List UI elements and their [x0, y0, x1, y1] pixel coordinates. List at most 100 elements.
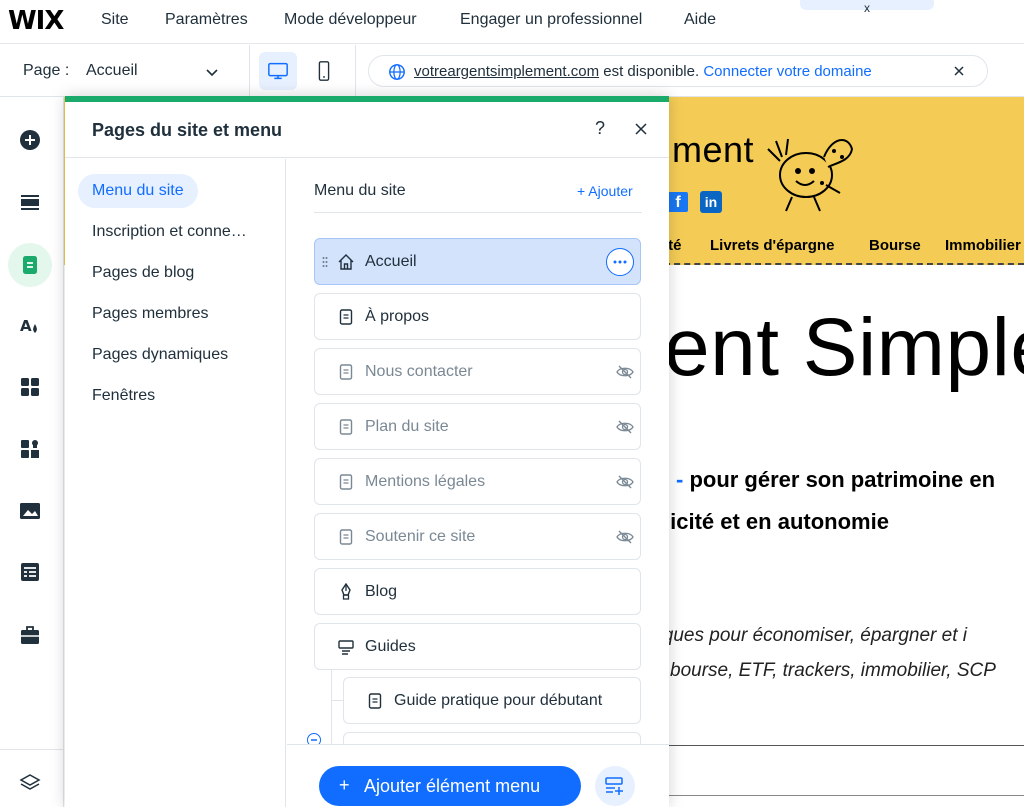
- hidden-eye-icon[interactable]: [616, 419, 634, 435]
- page-selector[interactable]: Accueil: [78, 54, 228, 88]
- menu-engager-professionnel[interactable]: Engager un professionnel: [460, 11, 642, 29]
- page-row-accueil[interactable]: Accueil: [314, 238, 641, 285]
- image-icon: [20, 503, 40, 519]
- hidden-eye-icon[interactable]: [616, 529, 634, 545]
- page-row-blog[interactable]: Blog: [314, 568, 641, 615]
- domain-name-link[interactable]: votreargentsimplement.com: [414, 63, 599, 80]
- wix-logo[interactable]: WIX: [8, 6, 64, 36]
- tree-connector: [331, 700, 343, 701]
- nav-fenetres[interactable]: Fenêtres: [78, 379, 169, 413]
- menu-settings-button[interactable]: [595, 766, 635, 806]
- toolbar-divider: [249, 45, 250, 97]
- help-button[interactable]: ?: [595, 118, 605, 139]
- drag-handle-icon[interactable]: [322, 256, 328, 268]
- page-label: Nous contacter: [365, 363, 473, 380]
- add-menu-item-button[interactable]: + Ajouter élément menu: [319, 766, 581, 806]
- page-row-a-propos[interactable]: À propos: [314, 293, 641, 340]
- page-label: Soutenir ce site: [365, 528, 476, 545]
- menu-site[interactable]: Site: [101, 11, 129, 29]
- linkedin-icon[interactable]: in: [700, 191, 722, 213]
- editor-toolbar: Page : Accueil votreargentsimplement.com…: [0, 45, 1024, 97]
- page-actions-button[interactable]: [606, 248, 634, 276]
- page-label: Guides: [365, 638, 416, 655]
- site-nav-item[interactable]: Immobilier: [945, 237, 1021, 254]
- top-tab-stub[interactable]: x: [800, 0, 934, 15]
- menu-parametres[interactable]: Paramètres: [165, 11, 248, 29]
- page-label: Page :: [23, 62, 70, 79]
- add-page-button[interactable]: + Ajouter: [577, 183, 633, 199]
- nav-pages-dynamiques[interactable]: Pages dynamiques: [78, 338, 242, 372]
- left-tool-rail: A: [0, 97, 64, 807]
- menu-mode-developpeur[interactable]: Mode développeur: [284, 11, 417, 29]
- page-row-guide-pratique[interactable]: Guide pratique pour débutant: [343, 677, 641, 724]
- page-label: Plan du site: [365, 418, 449, 435]
- site-divider: [664, 745, 1024, 746]
- cms-button[interactable]: [8, 550, 52, 594]
- page-row-nous-contacter[interactable]: Nous contacter: [314, 348, 641, 395]
- layers-icon: [19, 774, 41, 790]
- site-divider: [664, 795, 1024, 796]
- connect-domain-link[interactable]: Connecter votre domaine: [703, 63, 871, 80]
- close-icon[interactable]: [952, 64, 966, 78]
- dropdown-menu-icon: [338, 640, 354, 655]
- site-logo-text[interactable]: ment: [672, 129, 754, 171]
- pen-icon: [341, 583, 351, 600]
- page-label: Mentions légales: [365, 473, 486, 490]
- add-apps-button[interactable]: [8, 365, 52, 409]
- site-paragraph-line-2[interactable]: bourse, ETF, trackers, immobilier, SCP: [670, 660, 996, 682]
- site-design-button[interactable]: A: [8, 304, 52, 348]
- hidden-eye-icon[interactable]: [616, 474, 634, 490]
- menu-add-icon: [605, 777, 623, 795]
- tab-stub-close[interactable]: x: [864, 1, 870, 15]
- design-icon: A: [20, 317, 37, 335]
- add-elements-button[interactable]: [8, 118, 52, 162]
- page-icon: [368, 693, 382, 709]
- mobile-icon: [318, 61, 330, 81]
- nav-menu-du-site[interactable]: Menu du site: [78, 174, 198, 208]
- page-row-plan-du-site[interactable]: Plan du site: [314, 403, 641, 450]
- nav-pages-de-blog[interactable]: Pages de blog: [78, 256, 208, 290]
- portfolio-button[interactable]: [8, 613, 52, 657]
- more-icon: [613, 260, 626, 263]
- section-divider: [314, 212, 642, 213]
- business-apps-button[interactable]: [8, 427, 52, 471]
- layers-button[interactable]: [8, 761, 52, 805]
- page-row-soutenir-ce-site[interactable]: Soutenir ce site: [314, 513, 641, 560]
- pages-menu-button[interactable]: [8, 243, 52, 287]
- page-selector-value: Accueil: [86, 62, 138, 79]
- hidden-eye-icon[interactable]: [616, 364, 634, 380]
- site-subtitle-line-2[interactable]: licité et en autonomie: [664, 509, 889, 535]
- menu-aide[interactable]: Aide: [684, 11, 716, 29]
- site-paragraph-line-1[interactable]: giques pour économiser, épargner et i: [648, 625, 967, 647]
- axolotl-mascot-image[interactable]: [762, 127, 858, 217]
- mobile-view-button[interactable]: [305, 52, 343, 90]
- close-icon[interactable]: [634, 122, 648, 136]
- domain-text: votreargentsimplement.com est disponible…: [414, 63, 872, 80]
- site-header-divider: [664, 263, 1024, 265]
- page-icon: [339, 309, 353, 325]
- rail-divider: [0, 749, 64, 750]
- page-icon: [339, 419, 353, 435]
- page-icon: [339, 529, 353, 545]
- top-menu-bar: WIX Site Paramètres Mode développeur Eng…: [0, 0, 1024, 44]
- site-nav-item[interactable]: Livrets d'épargne: [710, 237, 834, 254]
- site-nav-item[interactable]: Bourse: [869, 237, 921, 254]
- media-button[interactable]: [8, 489, 52, 533]
- page-label: Accueil: [365, 253, 417, 270]
- add-menu-item-label: Ajouter élément menu: [364, 776, 541, 796]
- site-subtitle-line-1[interactable]: - pour gérer son patrimoine en: [676, 467, 995, 493]
- pages-and-menu-panel: Pages du site et menu ? Menu du site Ins…: [65, 96, 669, 807]
- nav-pages-membres[interactable]: Pages membres: [78, 297, 223, 331]
- facebook-icon[interactable]: f: [668, 192, 688, 212]
- table-icon: [21, 563, 39, 581]
- site-hero-title[interactable]: ent Simple: [664, 301, 1024, 395]
- nav-inscription[interactable]: Inscription et conne…: [78, 215, 261, 249]
- page-row-mentions-legales[interactable]: Mentions légales: [314, 458, 641, 505]
- puzzle-icon: [21, 440, 39, 458]
- site-menu-title: Menu du site: [314, 182, 406, 199]
- add-section-button[interactable]: [8, 180, 52, 224]
- page-row-guides[interactable]: Guides: [314, 623, 641, 670]
- toolbar-divider: [355, 45, 356, 97]
- briefcase-icon: [21, 626, 39, 644]
- desktop-view-button[interactable]: [259, 52, 297, 90]
